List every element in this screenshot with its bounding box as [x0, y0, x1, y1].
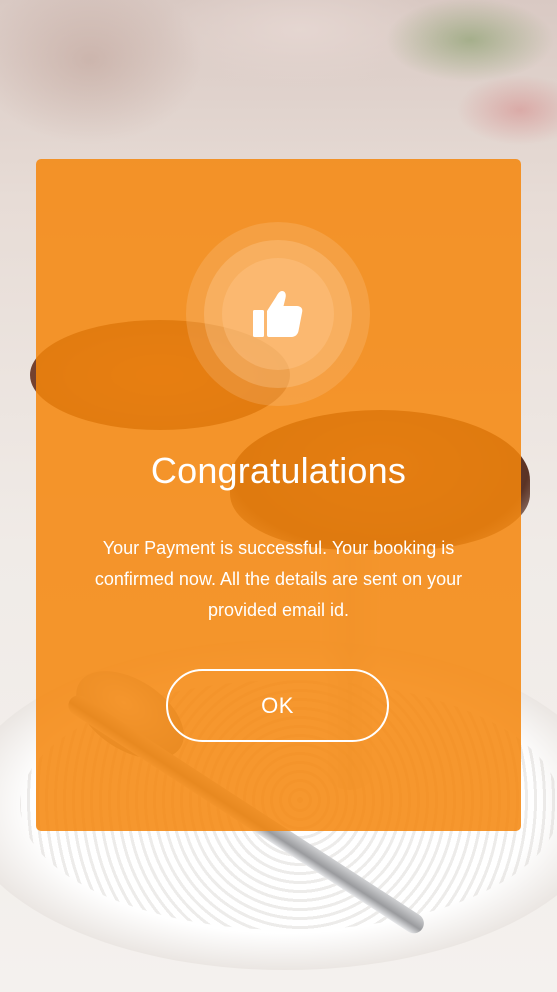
success-dialog: Congratulations Your Payment is successf…: [36, 159, 521, 831]
payment-success-screen: Congratulations Your Payment is successf…: [0, 0, 557, 992]
ok-button[interactable]: OK: [166, 669, 389, 742]
dialog-message: Your Payment is successful. Your booking…: [94, 538, 463, 620]
thumbs-up-icon: [253, 291, 303, 337]
dialog-title: Congratulations: [150, 450, 407, 491]
